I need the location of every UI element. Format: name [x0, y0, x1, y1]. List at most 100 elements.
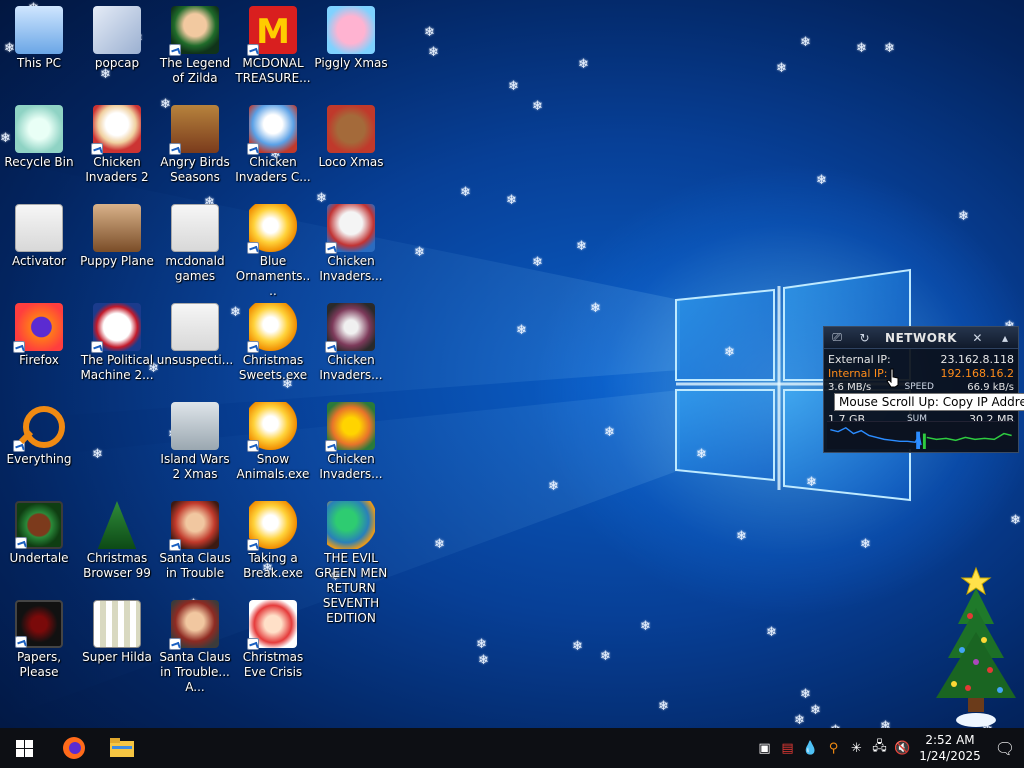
desktop-icon-label: Everything: [6, 452, 72, 466]
internal-ip-label: Internal IP:: [828, 366, 888, 380]
snowflake: ❄: [806, 475, 817, 490]
start-button[interactable]: [0, 728, 48, 768]
desktop-icon-mcdonal-treasure[interactable]: MCDONAL TREASURE...: [234, 6, 312, 86]
desktop-icon-chicken-invaders-a[interactable]: Chicken Invaders...: [312, 204, 390, 284]
speed-label: SPEED: [904, 382, 934, 392]
shortcut-arrow-icon: [91, 143, 103, 155]
desktop-icon-legend-of-zilda[interactable]: The Legend of Zilda: [156, 6, 234, 86]
desktop-icon-angry-birds-seasons[interactable]: Angry Birds Seasons: [156, 105, 234, 185]
shortcut-arrow-icon: [325, 440, 337, 452]
internal-ip-row[interactable]: Internal IP: 192.168.16.2: [824, 366, 1018, 380]
desktop-icon-this-pc[interactable]: This PC: [0, 6, 78, 71]
snowflake: ❄: [508, 79, 519, 94]
desktop-icon-recycle-bin[interactable]: Recycle Bin: [0, 105, 78, 170]
desktop-icon-christmas-sweets[interactable]: Christmas Sweets.exe: [234, 303, 312, 383]
desktop-icon-evil-green-men[interactable]: THE EVIL GREEN MEN RETURN SEVENTH EDITIO…: [312, 501, 390, 626]
desktop-icon-chicken-invaders-d[interactable]: Chicken Invaders...: [312, 402, 390, 482]
desktop-icon-label: unsuspecti...: [156, 353, 234, 367]
network-gadget-title: NETWORK: [885, 330, 957, 345]
snowflake: ❄: [884, 41, 895, 56]
shortcut-arrow-icon: [325, 341, 337, 353]
snowflake: ❄: [696, 447, 707, 462]
desktop-icon-label: Chicken Invaders...: [319, 254, 383, 283]
taskbar-firefox[interactable]: [50, 728, 98, 768]
desktop-icon-everything[interactable]: Everything: [0, 402, 78, 467]
task-manager-icon[interactable]: ▣: [753, 728, 776, 768]
desktop-icon-puppy-plane[interactable]: Puppy Plane: [78, 204, 156, 269]
ip-tooltip: Mouse Scroll Up: Copy IP Address: [834, 393, 1024, 411]
desktop-icon-christmas-eve-crisis[interactable]: Christmas Eve Crisis: [234, 600, 312, 680]
desktop-icon-chicken-invaders-b[interactable]: Chicken Invaders...: [312, 303, 390, 383]
desktop-icon-political-machine[interactable]: The Political Machine 2...: [78, 303, 156, 383]
water-drop-icon[interactable]: 💧: [799, 728, 822, 768]
desktop-icon-label: Santa Claus in Trouble: [159, 551, 231, 580]
snowflake: ❄: [460, 185, 471, 200]
desktop-icon-mcdonald-games[interactable]: mcdonald games: [156, 204, 234, 284]
settings-tools-icon[interactable]: ✕: [970, 331, 984, 345]
shortcut-arrow-icon: [169, 143, 181, 155]
super-hilda-icon: [93, 600, 141, 648]
desktop-icon-label: Chicken Invaders...: [319, 452, 383, 481]
desktop-icon-christmas-browser-99[interactable]: Christmas Browser 99: [78, 501, 156, 581]
speed-download: 3.6 MB/s: [828, 381, 872, 393]
desktop-icon-papers-please[interactable]: Papers, Please: [0, 600, 78, 680]
external-ip-value: 23.162.8.118: [940, 352, 1014, 366]
notifications-icon[interactable]: 🗨: [986, 728, 1024, 768]
desktop-icon-label: Recycle Bin: [4, 155, 74, 169]
desktop-icon-label: This PC: [17, 56, 61, 70]
desktop-icon-label: Taking a Break.exe: [243, 551, 303, 580]
everything-search-icon[interactable]: ⚲: [822, 728, 845, 768]
snowflake: ❄: [576, 239, 587, 254]
taskbar-file-explorer[interactable]: [98, 728, 146, 768]
angry-birds-icon: [169, 105, 219, 155]
shortcut-arrow-icon: [15, 636, 27, 648]
shortcut-arrow-icon: [247, 143, 259, 155]
network-monitor-icon[interactable]: ▤: [776, 728, 799, 768]
shortcut-arrow-icon: [247, 638, 259, 650]
desktop-icon-blue-ornaments[interactable]: Blue Ornaments....: [234, 204, 312, 299]
internal-ip-value: 192.168.16.2: [940, 366, 1014, 380]
snowflake: ❄: [506, 193, 517, 208]
clock[interactable]: 2:52 AM 1/24/2025: [914, 732, 986, 764]
shortcut-arrow-icon: [91, 341, 103, 353]
desktop-icon-activator[interactable]: Activator: [0, 204, 78, 269]
monitor-icon[interactable]: ⎚: [830, 330, 844, 345]
network-gadget[interactable]: ⎚ ↻ NETWORK ✕ ▴ External IP: 23.162.8.11…: [823, 326, 1019, 453]
desktop-icon-santa-claus-trouble[interactable]: Santa Claus in Trouble: [156, 501, 234, 581]
shortcut-arrow-icon: [247, 539, 259, 551]
snowflake: ❄: [548, 479, 559, 494]
folder-icon: [110, 738, 134, 757]
snowflake-icon[interactable]: ✳: [845, 728, 868, 768]
recycle-bin-icon: [15, 105, 63, 153]
snowflake: ❄: [776, 61, 787, 76]
desktop-icon-piggly-xmas[interactable]: Piggly Xmas: [312, 6, 390, 71]
desktop-icon-loco-xmas[interactable]: Loco Xmas: [312, 105, 390, 170]
desktop-icon-firefox[interactable]: Firefox: [0, 303, 78, 368]
desktop-icon-island-wars-2[interactable]: Island Wars 2 Xmas: [156, 402, 234, 482]
network-icon[interactable]: 🖧: [868, 728, 891, 768]
star-app-icon: [247, 402, 297, 452]
snowflake: ❄: [532, 255, 543, 270]
chicken-invaders-icon: [91, 105, 141, 155]
desktop-icon-santa-claus-trouble-again[interactable]: Santa Claus in Trouble... A...: [156, 600, 234, 695]
firefox-icon: [13, 303, 63, 353]
desktop-icon-popcap[interactable]: popcap: [78, 6, 156, 71]
desktop-icon-chicken-invaders-c[interactable]: Chicken Invaders C...: [234, 105, 312, 185]
puppy-plane-icon: [93, 204, 141, 252]
desktop-icon-chicken-invaders-2[interactable]: Chicken Invaders 2: [78, 105, 156, 185]
desktop-icon-taking-a-break[interactable]: Taking a Break.exe: [234, 501, 312, 581]
collapse-icon[interactable]: ▴: [998, 331, 1012, 345]
snowflake: ❄: [658, 699, 669, 714]
external-ip-row[interactable]: External IP: 23.162.8.118: [824, 352, 1018, 366]
volume-muted-icon[interactable]: 🔇: [891, 728, 914, 768]
refresh-icon[interactable]: ↻: [858, 331, 872, 345]
shortcut-arrow-icon: [247, 242, 259, 254]
desktop-icon-super-hilda[interactable]: Super Hilda: [78, 600, 156, 665]
desktop-icon-label: Chicken Invaders C...: [235, 155, 311, 184]
desktop-icon-snow-animals[interactable]: Snow Animals.exe: [234, 402, 312, 482]
desktop-icon-undertale[interactable]: Undertale: [0, 501, 78, 566]
file-icon: [15, 204, 63, 252]
shortcut-arrow-icon: [13, 440, 25, 452]
desktop-icon-unsuspecti[interactable]: unsuspecti...: [156, 303, 234, 368]
snowflake: ❄: [604, 425, 615, 440]
